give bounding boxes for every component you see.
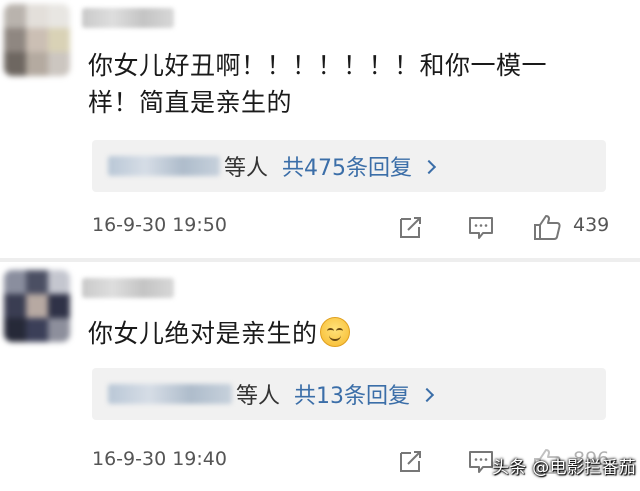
chevron-right-icon [421, 159, 437, 175]
reply-count-link[interactable]: 共13条回复 [294, 378, 410, 410]
comment-feed: 你女儿好丑啊！！！！！！！和你一模一 样！简直是亲生的 等人 共475条回复 1… [0, 0, 640, 491]
avatar[interactable] [4, 4, 70, 76]
comment-text-line: 你女儿绝对是亲生的 [88, 319, 318, 348]
comment-item: 你女儿好丑啊！！！！！！！和你一模一 样！简直是亲生的 等人 共475条回复 1… [0, 0, 640, 258]
share-icon[interactable] [396, 446, 426, 476]
comment-footer: 16-9-30 19:50 439 [0, 208, 640, 244]
reply-count-link[interactable]: 共475条回复 [282, 150, 412, 182]
comment-text-line: 样！简直是亲生的 [88, 88, 293, 117]
avatar[interactable] [4, 270, 70, 342]
reply-suffix: 等人 [236, 384, 281, 409]
like-count: 439 [573, 214, 610, 236]
comment-text: 你女儿好丑啊！！！！！！！和你一模一 样！简直是亲生的 [88, 47, 610, 121]
comment-text-line: 你女儿好丑啊！！！！！！！和你一模一 [88, 51, 548, 80]
reply-summary[interactable]: 等人 共475条回复 [92, 140, 606, 192]
timestamp: 16-9-30 19:50 [92, 214, 227, 236]
smiling-face-icon [319, 317, 350, 347]
watermark: 头条 @电影拦番茄 [492, 458, 637, 478]
thumbs-up-icon[interactable] [532, 212, 562, 242]
timestamp: 16-9-30 19:40 [92, 448, 227, 470]
username-blurred[interactable] [82, 8, 174, 28]
reply-users-blurred [108, 156, 220, 176]
reply-summary[interactable]: 等人 共13条回复 [92, 368, 606, 420]
reply-users-blurred [108, 384, 232, 404]
username-blurred[interactable] [82, 278, 174, 298]
share-icon[interactable] [396, 212, 426, 242]
comment-text: 你女儿绝对是亲生的 [88, 315, 610, 352]
chevron-right-icon [419, 387, 435, 403]
comment-icon[interactable] [466, 212, 496, 242]
reply-suffix: 等人 [224, 156, 269, 181]
